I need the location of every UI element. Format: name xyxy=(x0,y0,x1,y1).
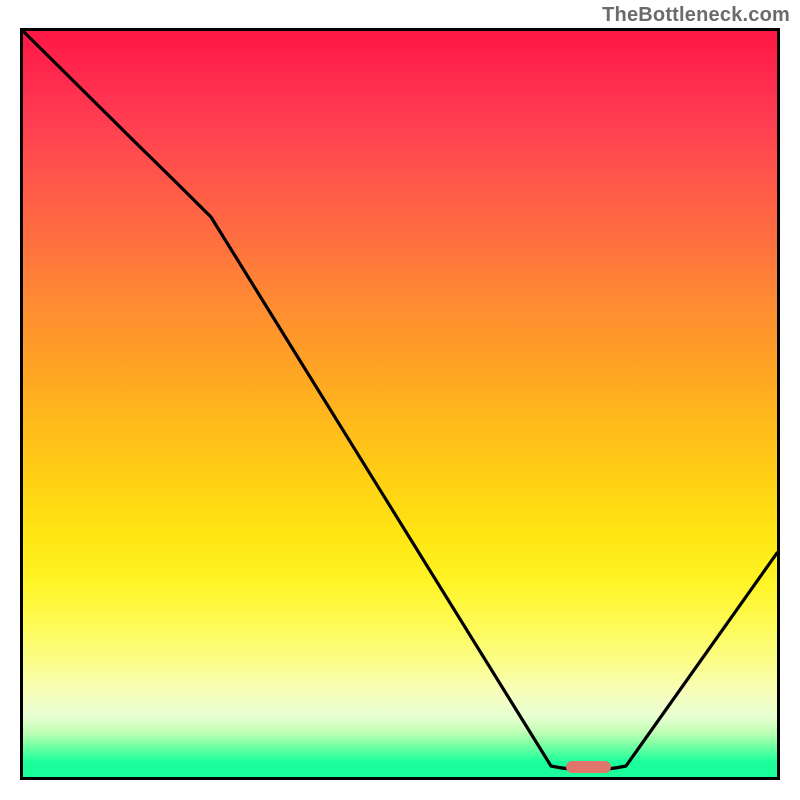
gradient-background xyxy=(23,31,777,777)
plot-frame xyxy=(20,28,780,780)
watermark-label: TheBottleneck.com xyxy=(602,4,790,27)
chart-container: TheBottleneck.com xyxy=(0,0,800,800)
